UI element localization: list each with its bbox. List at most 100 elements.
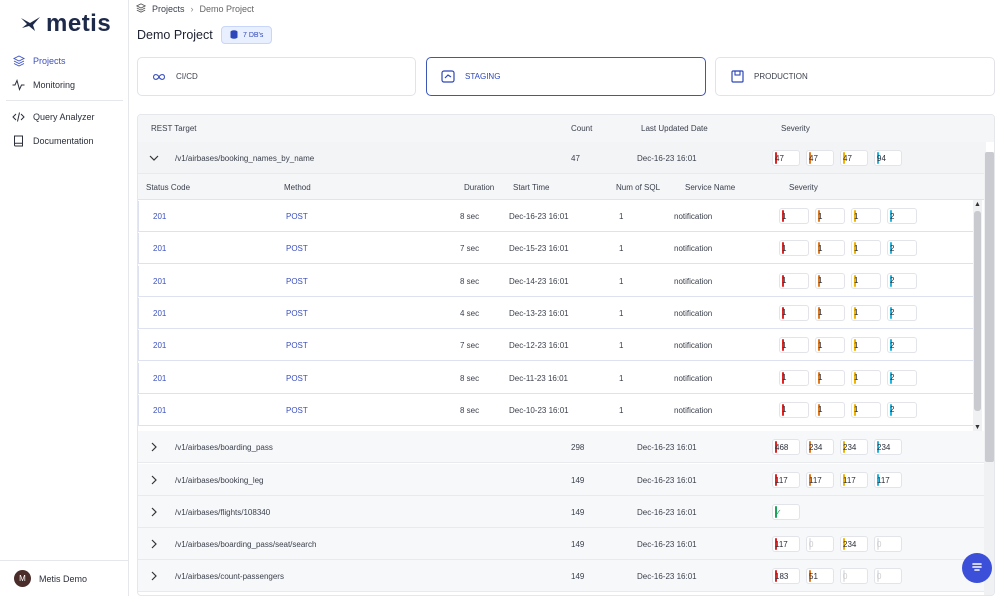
status-code[interactable]: 201 xyxy=(153,212,166,221)
severity-chip-low[interactable]: 2 xyxy=(887,272,917,289)
severity-chip-high[interactable]: 51 xyxy=(806,568,834,584)
severity-chip-critical[interactable]: 1 xyxy=(779,304,809,321)
status-code[interactable]: 201 xyxy=(153,341,166,350)
severity-chip-high[interactable]: 117 xyxy=(806,472,834,488)
sub-table-row[interactable]: 201 POST 4 sec Dec-13-23 16:01 1 notification… xyxy=(138,297,974,329)
severity-chip-critical[interactable]: 1 xyxy=(779,240,809,257)
severity-chip-high[interactable]: 1 xyxy=(815,401,845,418)
severity-chip-low[interactable]: 0 xyxy=(874,536,902,552)
severity-chip-critical[interactable]: 117 xyxy=(772,536,800,552)
severity-chip-low[interactable]: 2 xyxy=(887,401,917,418)
severity-chip-critical[interactable]: 1 xyxy=(779,337,809,354)
chevron-right-icon[interactable] xyxy=(149,507,159,517)
env-card-cicd[interactable]: CI/CD xyxy=(137,57,416,96)
col-header-status[interactable]: Status Code xyxy=(146,183,190,192)
sub-table-row[interactable]: 201 POST 7 sec Dec-12-23 16:01 1 notification… xyxy=(138,330,974,362)
scroll-down-icon[interactable]: ▼ xyxy=(974,424,981,431)
status-code[interactable]: 201 xyxy=(153,406,166,415)
severity-chip-medium[interactable]: 47 xyxy=(840,150,868,166)
severity-chip-medium[interactable]: 234 xyxy=(840,536,868,552)
col-header-target[interactable]: REST Target xyxy=(151,124,197,133)
env-card-production[interactable]: PRODUCTION xyxy=(715,57,995,96)
user-profile[interactable]: M Metis Demo xyxy=(0,560,129,596)
severity-chip-high[interactable]: 1 xyxy=(815,337,845,354)
sub-table-row[interactable]: 201 POST 8 sec Dec-10-23 16:01 1 notification… xyxy=(138,394,974,426)
severity-chip-medium[interactable]: 1 xyxy=(851,272,881,289)
severity-chip-high[interactable]: 1 xyxy=(815,272,845,289)
severity-chip-critical[interactable]: 1 xyxy=(779,208,809,224)
severity-chip-critical[interactable]: 468 xyxy=(772,439,800,455)
col-header-duration[interactable]: Duration xyxy=(464,183,494,192)
inner-scroll-thumb[interactable] xyxy=(974,211,981,411)
severity-chip-critical[interactable]: 1 xyxy=(779,272,809,289)
severity-chip-high[interactable]: 0 xyxy=(806,536,834,552)
col-header-start-time[interactable]: Start Time xyxy=(513,183,549,192)
severity-chip-high[interactable]: 1 xyxy=(815,208,845,224)
severity-chip-high[interactable]: 1 xyxy=(815,304,845,321)
chevron-right-icon[interactable] xyxy=(149,571,159,581)
severity-chip-low[interactable]: 2 xyxy=(887,240,917,257)
col-header-severity[interactable]: Severity xyxy=(781,124,810,133)
severity-chip-high[interactable]: 1 xyxy=(815,240,845,257)
col-header-service[interactable]: Service Name xyxy=(685,183,735,192)
severity-chip-medium[interactable]: 1 xyxy=(851,208,881,224)
severity-chip-critical[interactable]: 117 xyxy=(772,472,800,488)
table-scroll-thumb[interactable] xyxy=(985,152,994,462)
severity-chip-high[interactable]: 234 xyxy=(806,439,834,455)
severity-chip-low[interactable]: 0 xyxy=(874,568,902,584)
sidebar-item-query-analyzer[interactable]: Query Analyzer xyxy=(0,105,129,129)
sub-table-row[interactable]: 201 POST 8 sec Dec-11-23 16:01 1 notification… xyxy=(138,362,974,394)
sub-table-row[interactable]: 201 POST 8 sec Dec-14-23 16:01 1 notification… xyxy=(138,265,974,297)
col-header-updated[interactable]: Last Updated Date xyxy=(641,124,708,133)
severity-chip-critical[interactable]: 1 xyxy=(779,401,809,418)
sub-table-row[interactable]: 201 POST 8 sec Dec-16-23 16:01 1 notification… xyxy=(138,201,974,232)
chevron-right-icon[interactable] xyxy=(149,442,159,452)
table-scrollbar[interactable] xyxy=(984,152,994,595)
table-row[interactable]: /v1/airbases/booking_leg 149 Dec-16-23 16:… xyxy=(138,464,986,496)
severity-chip-medium[interactable]: 117 xyxy=(840,472,868,488)
metis-logo[interactable]: metis xyxy=(20,10,111,38)
sidebar-item-monitoring[interactable]: Monitoring xyxy=(0,73,129,97)
severity-chip-critical[interactable]: 1 xyxy=(779,369,809,386)
severity-chip-critical[interactable]: 183 xyxy=(772,568,800,584)
breadcrumb-projects-link[interactable]: Projects xyxy=(152,4,185,14)
col-header-method[interactable]: Method xyxy=(284,183,311,192)
env-card-staging[interactable]: STAGING xyxy=(426,57,706,96)
severity-chip-medium[interactable]: 1 xyxy=(851,240,881,257)
col-header-num-sql[interactable]: Num of SQL xyxy=(616,183,660,192)
col-header-count[interactable]: Count xyxy=(571,124,592,133)
severity-chip-low[interactable]: 2 xyxy=(887,304,917,321)
severity-chip-low[interactable]: 2 xyxy=(887,208,917,224)
scroll-up-icon[interactable]: ▲ xyxy=(974,201,981,208)
severity-chip-low[interactable]: 117 xyxy=(874,472,902,488)
table-row[interactable]: /v1/airbases/flights/108340 149 Dec-16-23 … xyxy=(138,496,986,528)
severity-chip-high[interactable]: 1 xyxy=(815,369,845,386)
severity-ok-chip[interactable]: ✓ xyxy=(772,504,800,520)
severity-chip-medium[interactable]: 0 xyxy=(840,568,868,584)
status-code[interactable]: 201 xyxy=(153,244,166,253)
severity-chip-high[interactable]: 47 xyxy=(806,150,834,166)
inner-scrollbar[interactable]: ▲ ▼ xyxy=(973,200,982,432)
status-code[interactable]: 201 xyxy=(153,277,166,286)
severity-chip-medium[interactable]: 1 xyxy=(851,304,881,321)
sub-table-row[interactable]: 201 POST 7 sec Dec-15-23 16:01 1 notification… xyxy=(138,233,974,265)
severity-chip-low[interactable]: 2 xyxy=(887,369,917,386)
severity-chip-low[interactable]: 234 xyxy=(874,439,902,455)
table-row[interactable]: /v1/airbases/boarding_pass 298 Dec-16-23 1… xyxy=(138,431,986,463)
severity-chip-medium[interactable]: 1 xyxy=(851,337,881,354)
severity-chip-medium[interactable]: 1 xyxy=(851,369,881,386)
table-row[interactable]: /v1/airbases/booking_names_by_name 47 De… xyxy=(138,142,986,174)
severity-chip-low[interactable]: 2 xyxy=(887,337,917,354)
chevron-right-icon[interactable] xyxy=(149,539,159,549)
col-header-sub-severity[interactable]: Severity xyxy=(789,183,818,192)
table-row[interactable]: /v1/airbases/boarding_pass/seat/search 14… xyxy=(138,528,986,560)
severity-chip-medium[interactable]: 1 xyxy=(851,401,881,418)
chevron-down-icon[interactable] xyxy=(149,153,159,163)
severity-chip-medium[interactable]: 234 xyxy=(840,439,868,455)
chevron-right-icon[interactable] xyxy=(149,475,159,485)
sidebar-item-projects[interactable]: Projects xyxy=(0,49,129,73)
db-count-badge[interactable]: 7 DB's xyxy=(221,26,273,44)
status-code[interactable]: 201 xyxy=(153,309,166,318)
severity-chip-low[interactable]: 94 xyxy=(874,150,902,166)
severity-chip-critical[interactable]: 47 xyxy=(772,150,800,166)
